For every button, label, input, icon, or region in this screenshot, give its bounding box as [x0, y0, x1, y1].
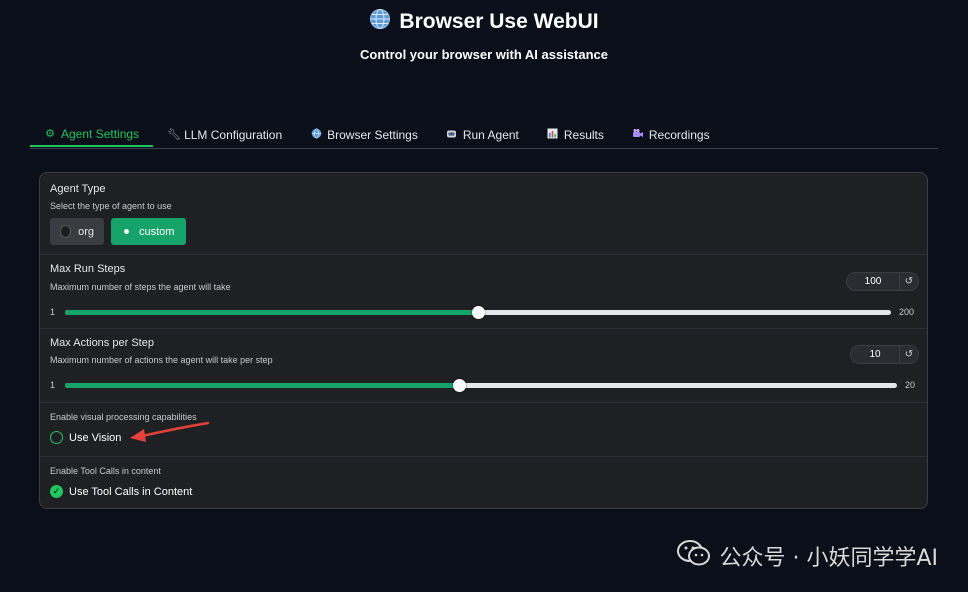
- reset-icon[interactable]: ↺: [899, 273, 918, 290]
- tool-calls-group: Enable Tool Calls in content ✓ Use Tool …: [40, 456, 927, 508]
- slider-fill: [65, 310, 478, 315]
- gear-icon: ⚙: [45, 128, 55, 140]
- max-steps-number-input[interactable]: 100 ↺: [846, 272, 919, 291]
- globe-icon: [310, 127, 322, 142]
- range-max-label: 20: [905, 380, 916, 390]
- radio-checked-icon: [124, 229, 129, 234]
- range-min-label: 1: [50, 380, 56, 390]
- number-value: 100: [864, 276, 882, 287]
- max-steps-slider[interactable]: [65, 306, 891, 319]
- tab-label: Recordings: [648, 127, 710, 142]
- max-steps-group: Max Run Steps Maximum number of steps th…: [40, 254, 927, 329]
- app-title: Browser Use WebUI: [0, 8, 968, 36]
- reset-icon[interactable]: ↺: [899, 346, 918, 363]
- range-min-label: 1: [50, 307, 56, 317]
- tab-recordings[interactable]: Recordings: [618, 122, 724, 147]
- agent-type-label: Agent Type: [50, 183, 106, 195]
- checkbox-label: Use Vision: [69, 431, 122, 444]
- range-max-label: 200: [899, 307, 915, 317]
- tool-calls-info: Enable Tool Calls in content: [50, 466, 161, 476]
- max-steps-info: Maximum number of steps the agent will t…: [50, 282, 231, 292]
- tab-label: Run Agent: [462, 127, 519, 142]
- watermark-text: 公众号 · 小妖同学学AI: [719, 546, 938, 571]
- tool-calls-checkbox[interactable]: ✓ Use Tool Calls in Content: [50, 485, 192, 498]
- max-steps-label: Max Run Steps: [50, 263, 126, 275]
- tab-results[interactable]: Results: [533, 122, 618, 147]
- checkbox-unchecked-icon: [50, 431, 63, 444]
- max-actions-info: Maximum number of actions the agent will…: [50, 355, 273, 365]
- max-actions-label: Max Actions per Step: [50, 337, 154, 349]
- max-actions-slider[interactable]: [65, 379, 897, 392]
- checkbox-label: Use Tool Calls in Content: [69, 485, 193, 498]
- chart-icon: [547, 128, 559, 142]
- wrench-icon: 🔧︎: [167, 129, 182, 141]
- tab-llm-configuration[interactable]: 🔧︎ LLM Configuration: [153, 122, 296, 147]
- agent-type-option-org[interactable]: org: [50, 218, 104, 245]
- use-vision-checkbox[interactable]: Use Vision: [50, 431, 121, 444]
- tab-label: Agent Settings: [61, 126, 140, 141]
- tab-label: LLM Configuration: [184, 127, 283, 142]
- number-value: 10: [869, 349, 881, 360]
- max-actions-number-input[interactable]: 10 ↺: [850, 345, 919, 364]
- camera-icon: [632, 128, 644, 142]
- app-title-text: Browser Use WebUI: [399, 10, 599, 33]
- watermark: 公众号 · 小妖同学学AI: [677, 539, 938, 573]
- tab-bar: ⚙ Agent Settings 🔧︎ LLM Configuration Br…: [30, 122, 938, 149]
- tab-label: Browser Settings: [327, 127, 418, 142]
- tab-browser-settings[interactable]: Browser Settings: [296, 122, 432, 147]
- app-subtitle: Control your browser with AI assistance: [359, 47, 608, 62]
- tab-run-agent[interactable]: Run Agent: [432, 122, 533, 147]
- annotation-arrow-icon: [130, 421, 210, 442]
- wechat-icon: [677, 539, 711, 573]
- agent-type-option-custom[interactable]: custom: [111, 218, 186, 245]
- agent-type-info: Select the type of agent to use: [50, 201, 172, 211]
- max-actions-group: Max Actions per Step Maximum number of a…: [40, 328, 927, 403]
- radio-unchecked-icon: [60, 225, 72, 238]
- agent-type-group: Agent Type Select the type of agent to u…: [40, 173, 927, 255]
- tab-label: Results: [563, 127, 604, 142]
- globe-icon: [369, 8, 391, 36]
- checkbox-checked-icon: ✓: [50, 485, 63, 498]
- option-label: custom: [139, 225, 175, 238]
- slider-fill: [65, 383, 460, 388]
- option-label: org: [78, 225, 94, 238]
- slider-thumb[interactable]: [472, 306, 485, 319]
- slider-thumb[interactable]: [453, 379, 467, 392]
- tab-agent-settings[interactable]: ⚙ Agent Settings: [30, 122, 154, 147]
- robot-icon: [446, 128, 458, 142]
- agent-settings-panel: Agent Type Select the type of agent to u…: [39, 172, 928, 509]
